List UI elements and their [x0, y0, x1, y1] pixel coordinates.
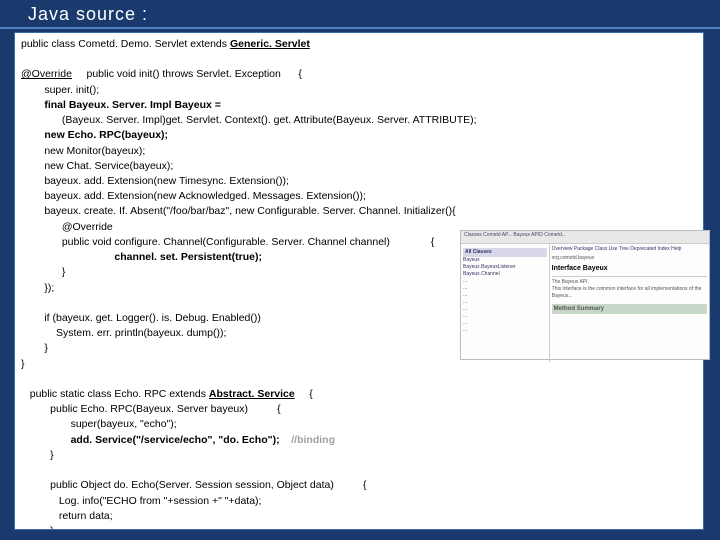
code-line: public void init() throws Servlet. Excep…: [72, 68, 302, 80]
code-line: public static class Echo. RPC extends: [21, 388, 209, 400]
code-line: add. Service("/service/echo", "do. Echo"…: [21, 434, 280, 446]
code-line: @Override: [21, 221, 113, 233]
code-line: }: [21, 342, 48, 354]
code-line: Log. info("ECHO from "+session +" "+data…: [21, 495, 261, 507]
inset-tabs: Classes Cometd AP... Bayeux APID Cometd.…: [461, 231, 709, 244]
code-line: public Object do. Echo(Server. Session s…: [21, 479, 367, 491]
inset-class-list: Bayeux Bayeux.BayeuxListener Bayeux.Chan…: [463, 257, 547, 334]
code-line: (Bayeux. Server. Impl)get. Servlet. Cont…: [21, 114, 477, 126]
code-line: public class Cometd. Demo. Servlet exten…: [21, 38, 230, 50]
inset-method-summary: Method Summary: [552, 304, 707, 314]
inset-description: The Bayeux API. This interface is the co…: [552, 279, 707, 300]
code-line: }: [21, 358, 25, 370]
inset-classes-header: All Classes: [463, 248, 547, 257]
code-line: Abstract. Service: [209, 388, 295, 400]
code-line: bayeux. add. Extension(new Timesync. Ext…: [21, 175, 289, 187]
code-line: if (bayeux. get. Logger(). is. Debug. En…: [21, 312, 261, 324]
code-line: Generic. Servlet: [230, 38, 310, 50]
code-line: }: [21, 449, 54, 461]
code-line: new Monitor(bayeux);: [21, 145, 145, 157]
code-line: new Chat. Service(bayeux);: [21, 160, 173, 172]
code-line: super. init();: [21, 84, 99, 96]
inset-right-pane: Overview Package Class Use Tree Deprecat…: [550, 244, 709, 362]
inset-left-pane: All Classes Bayeux Bayeux.BayeuxListener…: [461, 244, 550, 362]
slide-title: Java source :: [0, 0, 720, 29]
code-line: return data;: [21, 510, 113, 522]
inset-interface-title: Interface Bayeux: [552, 264, 707, 274]
code-line: {: [295, 388, 313, 400]
code-line: final Bayeux. Server. Impl Bayeux =: [21, 99, 221, 111]
code-line: }: [21, 266, 65, 278]
code-line: super(bayeux, "echo");: [21, 418, 177, 430]
code-line: System. err. println(bayeux. dump());: [21, 327, 226, 339]
code-line: });: [21, 282, 54, 294]
javadoc-inset: Classes Cometd AP... Bayeux APID Cometd.…: [460, 230, 710, 360]
inset-package: org.cometd.bayeux: [552, 255, 707, 262]
code-line: bayeux. create. If. Absent("/foo/bar/baz…: [21, 205, 456, 217]
inset-nav: Overview Package Class Use Tree Deprecat…: [552, 246, 707, 253]
code-line: }: [21, 525, 54, 530]
code-line: new Echo. RPC(bayeux);: [21, 129, 168, 141]
code-line: public void configure. Channel(Configura…: [21, 236, 434, 248]
code-line: public Echo. RPC(Bayeux. Server bayeux) …: [21, 403, 281, 415]
code-line: channel. set. Persistent(true);: [21, 251, 262, 263]
code-line: @Override: [21, 68, 72, 80]
code-line: bayeux. add. Extension(new Acknowledged.…: [21, 190, 366, 202]
code-comment: //binding: [280, 434, 335, 446]
